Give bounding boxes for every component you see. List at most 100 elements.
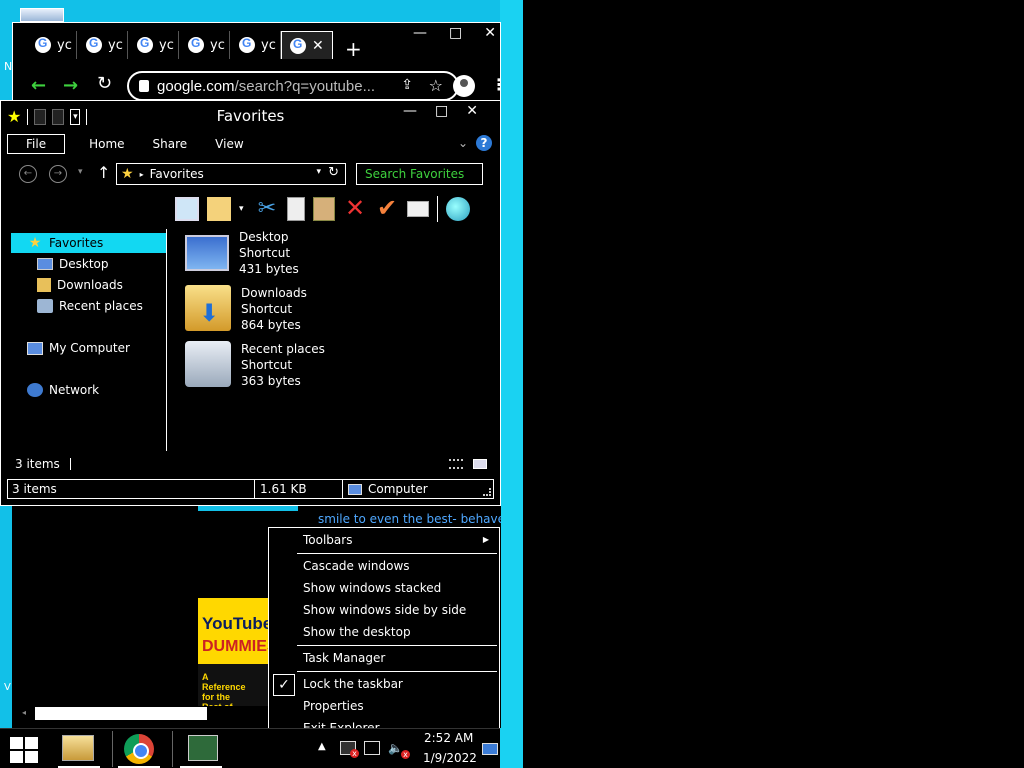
forward-arrow-icon[interactable]: → <box>49 165 67 183</box>
chrome-tab[interactable]: yc <box>231 31 281 59</box>
clock-time[interactable]: 2:52 AM <box>424 731 473 743</box>
reload-icon[interactable]: ↻ <box>97 73 112 94</box>
chrome-tab[interactable]: yc <box>180 31 230 59</box>
properties-dropdown-icon[interactable]: ▾ <box>239 204 247 214</box>
sidebar-item-label: Downloads <box>57 278 123 292</box>
show-desktop-icon[interactable] <box>482 743 498 755</box>
list-item[interactable]: Recent places Shortcut 363 bytes <box>185 341 325 389</box>
page-scrollbar[interactable] <box>35 707 207 720</box>
back-arrow-icon[interactable]: ← <box>31 75 46 96</box>
bookmark-star-icon[interactable]: ☆ <box>429 76 443 95</box>
close-button[interactable]: ✕ <box>466 103 478 119</box>
computer-icon <box>27 341 43 355</box>
menu-item-stacked[interactable]: Show windows stacked <box>303 578 441 598</box>
taskbar-chrome-button[interactable] <box>114 729 164 768</box>
profile-avatar-icon[interactable] <box>453 75 475 97</box>
item-count: 3 items <box>15 457 60 471</box>
menu-item-show-desktop[interactable]: Show the desktop <box>303 622 411 642</box>
desktop-icon-label: V <box>4 682 11 693</box>
sidebar-item-favorites[interactable]: ★ Favorites <box>11 233 166 253</box>
menu-item-lock-taskbar[interactable]: Lock the taskbar <box>303 674 403 694</box>
sidebar-item-network[interactable]: Network <box>27 380 99 400</box>
shell-icon[interactable] <box>446 197 470 221</box>
check-icon[interactable]: ✔ <box>375 196 399 221</box>
details-view-icon[interactable] <box>449 459 463 469</box>
start-button[interactable] <box>10 737 38 763</box>
layout-pane-icon[interactable] <box>175 197 199 221</box>
menu-separator <box>297 553 497 554</box>
desktop-icon[interactable] <box>20 8 64 22</box>
breadcrumb-caret-icon[interactable]: ▸ <box>140 170 144 179</box>
sidebar-item-downloads[interactable]: Downloads <box>37 275 123 295</box>
up-arrow-icon[interactable]: ↑ <box>97 163 110 182</box>
clock-date[interactable]: 1/9/2022 <box>423 751 477 765</box>
close-tab-icon[interactable]: ✕ <box>312 38 324 54</box>
page-highlight-bar <box>198 506 298 511</box>
show-hidden-icons-icon[interactable]: ▲ <box>318 741 326 752</box>
taskbar-explorer-button[interactable] <box>54 729 104 768</box>
ribbon-right-controls: ⌄ ? <box>458 135 492 151</box>
lock-icon[interactable] <box>139 80 149 92</box>
google-icon <box>86 36 102 53</box>
chrome-tab[interactable]: yc <box>78 31 128 59</box>
minimize-button[interactable]: — <box>413 25 427 41</box>
menu-item-properties[interactable]: Properties <box>303 696 364 716</box>
chrome-tab[interactable]: yc <box>27 31 77 59</box>
menu-item-toolbars[interactable]: Toolbars <box>303 530 493 550</box>
email-icon[interactable] <box>407 201 429 217</box>
refresh-icon[interactable]: ↻ <box>328 165 339 180</box>
volume-muted-icon[interactable]: 🔈 <box>388 741 410 759</box>
close-button[interactable]: ✕ <box>484 25 496 41</box>
menu-item-cascade[interactable]: Cascade windows <box>303 556 410 576</box>
menu-item-task-manager[interactable]: Task Manager <box>303 648 385 668</box>
downloads-folder-icon <box>185 285 231 331</box>
explorer-titlebar[interactable]: ★ ▾ Favorites — □ ✕ <box>1 101 500 131</box>
cut-icon[interactable]: ✂ <box>255 197 279 221</box>
minimize-button[interactable]: — <box>403 103 417 119</box>
resize-grip-icon[interactable] <box>483 488 491 496</box>
list-item[interactable]: Downloads Shortcut 864 bytes <box>185 285 307 333</box>
copy-icon[interactable] <box>287 197 305 221</box>
folder-properties-icon[interactable] <box>207 197 231 221</box>
submenu-arrow-icon: ▶ <box>482 535 489 544</box>
network-tray-icon[interactable] <box>364 741 380 755</box>
explorer-address-bar[interactable]: ★ ▸ Favorites ▾ ↻ <box>116 163 346 185</box>
taskbar-task-manager-button[interactable] <box>176 729 226 768</box>
sidebar-item-recent[interactable]: Recent places <box>37 296 143 316</box>
tab-view[interactable]: View <box>201 135 257 153</box>
forward-arrow-icon[interactable]: → <box>63 75 78 96</box>
maximize-button[interactable]: □ <box>435 103 448 119</box>
address-dropdown-icon[interactable]: ▾ <box>316 167 321 177</box>
scroll-left-arrow-icon[interactable]: ◂ <box>22 708 26 717</box>
maximize-button[interactable]: □ <box>449 25 462 41</box>
snap-handle[interactable] <box>1005 368 1017 400</box>
book-cover-image[interactable]: YouTube DUMMIES A Reference for the Rest… <box>198 598 270 706</box>
menu-item-side-by-side[interactable]: Show windows side by side <box>303 600 466 620</box>
chrome-menu-icon[interactable]: ⋮ <box>491 75 507 94</box>
help-icon[interactable]: ? <box>476 135 492 151</box>
search-input[interactable]: Search Favorites <box>356 163 483 185</box>
snap-divider[interactable] <box>500 0 1014 768</box>
new-tab-button[interactable]: + <box>345 39 362 59</box>
tab-share[interactable]: Share <box>139 135 202 153</box>
chrome-icon <box>124 734 154 764</box>
expand-ribbon-chevron-icon[interactable]: ⌄ <box>458 136 468 150</box>
chrome-tab[interactable]: yc <box>129 31 179 59</box>
share-icon[interactable]: ⇪ <box>401 77 413 93</box>
address-bar[interactable]: google.com/search?q=youtube... ⇪ ☆ <box>127 71 459 101</box>
recent-locations-dropdown[interactable]: ▾ <box>78 167 83 177</box>
paste-icon[interactable] <box>313 197 335 221</box>
large-icons-view-icon[interactable] <box>473 459 487 469</box>
tab-title: yc <box>261 37 276 53</box>
delete-icon[interactable]: ✕ <box>343 196 367 221</box>
back-arrow-icon[interactable]: ← <box>19 165 37 183</box>
list-item[interactable]: Desktop Shortcut 431 bytes <box>185 229 299 277</box>
page-text-snippet[interactable]: smile to even the best- behave <box>318 512 501 526</box>
sidebar-item-computer[interactable]: My Computer <box>27 338 130 358</box>
sidebar-item-desktop[interactable]: Desktop <box>37 254 109 274</box>
tab-file[interactable]: File <box>7 134 66 154</box>
action-center-icon[interactable] <box>340 741 359 758</box>
chrome-tab-active[interactable]: ✕ <box>281 31 333 59</box>
tab-home[interactable]: Home <box>75 135 138 153</box>
file-size: 431 bytes <box>239 262 299 276</box>
